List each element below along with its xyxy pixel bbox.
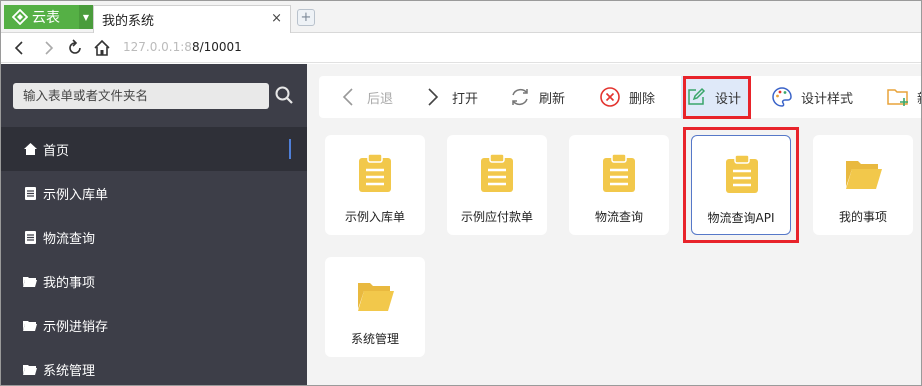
sidebar-item-sample-inbound[interactable]: 示例入库单 <box>1 171 307 215</box>
card-label: 示例入库单 <box>344 210 405 224</box>
card-logistics[interactable]: 物流查询 <box>569 135 669 235</box>
url-field[interactable]: 127.0.0.1:88/10001 <box>123 40 242 54</box>
card-highlight-box <box>683 127 799 243</box>
clipboard-icon <box>481 153 513 192</box>
open-button[interactable]: 打开 <box>422 76 478 118</box>
folder-add-icon <box>887 86 909 108</box>
sidebar-item-label: 首页 <box>43 143 70 159</box>
clipboard-icon <box>603 153 635 192</box>
chevron-right-icon <box>422 86 444 108</box>
folder-icon <box>358 283 394 311</box>
forward-arrow-icon[interactable] <box>39 38 59 58</box>
document-icon <box>23 230 37 244</box>
design-style-label: 设计样式 <box>801 91 854 107</box>
sidebar-item-label: 物流查询 <box>43 231 96 247</box>
browser-window: 云表 ▼ 我的系统 × + 127.0.0.1:88/10001 输入表单或者文… <box>0 0 922 386</box>
folder-icon <box>846 161 882 189</box>
card-sample-inbound[interactable]: 示例入库单 <box>325 135 425 235</box>
delete-label: 删除 <box>629 91 656 107</box>
brand-dropdown-icon[interactable]: ▼ <box>79 5 93 29</box>
design-style-button[interactable]: 设计样式 <box>771 76 853 118</box>
card-label: 物流查询 <box>594 210 643 224</box>
chevron-left-icon <box>337 86 359 108</box>
palette-icon <box>771 86 793 108</box>
back-button[interactable]: 后退 <box>337 76 393 118</box>
card-label: 示例应付款单 <box>460 210 533 224</box>
reload-icon[interactable] <box>65 38 85 58</box>
folder-icon <box>23 362 37 376</box>
sidebar-item-my-tasks[interactable]: 我的事项 <box>1 259 307 303</box>
folder-icon <box>23 318 37 332</box>
sidebar-item-label: 我的事项 <box>43 275 96 291</box>
back-label: 后退 <box>367 91 394 107</box>
delete-button[interactable]: 删除 <box>599 76 655 118</box>
brand-button[interactable]: 云表 <box>4 5 79 29</box>
url-visible-part: 8/10001 <box>191 40 242 54</box>
tab-bar: 云表 ▼ 我的系统 × + <box>1 1 921 33</box>
card-system-admin[interactable]: 系统管理 <box>325 257 425 357</box>
sidebar-item-home[interactable]: 首页 <box>1 127 307 171</box>
tab-close-icon[interactable]: × <box>271 11 282 26</box>
toolbar: 后退 打开 刷新 删除 设计 设计样式 <box>319 76 921 118</box>
document-icon <box>23 186 37 200</box>
brand-label: 云表 <box>32 10 60 26</box>
design-highlight-box <box>683 76 751 119</box>
back-arrow-icon[interactable] <box>9 38 29 58</box>
address-bar: 127.0.0.1:88/10001 <box>1 33 921 63</box>
refresh-icon <box>509 86 531 108</box>
tab-title: 我的系统 <box>102 14 155 29</box>
active-indicator <box>289 139 291 159</box>
url-masked-part: 127.0.0.1:8 <box>123 40 192 54</box>
brand-logo-icon <box>12 9 28 25</box>
sidebar-item-label: 示例进销存 <box>43 319 109 335</box>
sidebar-item-logistics[interactable]: 物流查询 <box>1 215 307 259</box>
sidebar-nav: 首页 示例入库单 物流查询 我的事项 示例进销存 系统管理 <box>1 127 307 385</box>
sidebar-search-input[interactable]: 输入表单或者文件夹名 <box>13 83 269 109</box>
home-icon[interactable] <box>92 38 112 58</box>
delete-circle-x-icon <box>599 86 621 108</box>
clipboard-icon <box>359 153 391 192</box>
search-icon[interactable] <box>274 85 294 105</box>
open-label: 打开 <box>452 91 479 107</box>
sidebar-item-system-admin[interactable]: 系统管理 <box>1 347 307 385</box>
tab-my-system[interactable]: 我的系统 × <box>93 5 291 33</box>
refresh-label: 刷新 <box>539 91 566 107</box>
refresh-button[interactable]: 刷新 <box>509 76 565 118</box>
sidebar-item-label: 示例入库单 <box>43 187 109 203</box>
folder-icon <box>23 274 37 288</box>
card-label: 系统管理 <box>350 332 399 346</box>
new-label: 新 <box>917 88 921 107</box>
new-tab-button[interactable]: + <box>297 9 315 26</box>
sidebar-item-sample-inventory[interactable]: 示例进销存 <box>1 303 307 347</box>
card-sample-payable[interactable]: 示例应付款单 <box>447 135 547 235</box>
new-folder-button[interactable]: 新 <box>887 76 921 118</box>
card-my-tasks[interactable]: 我的事项 <box>813 135 913 235</box>
card-label: 我的事项 <box>838 210 887 224</box>
home-icon <box>23 142 37 156</box>
sidebar-item-label: 系统管理 <box>43 363 96 379</box>
sidebar: 输入表单或者文件夹名 首页 示例入库单 物流查询 我的事项 示例进销存 系统管理 <box>1 64 307 385</box>
